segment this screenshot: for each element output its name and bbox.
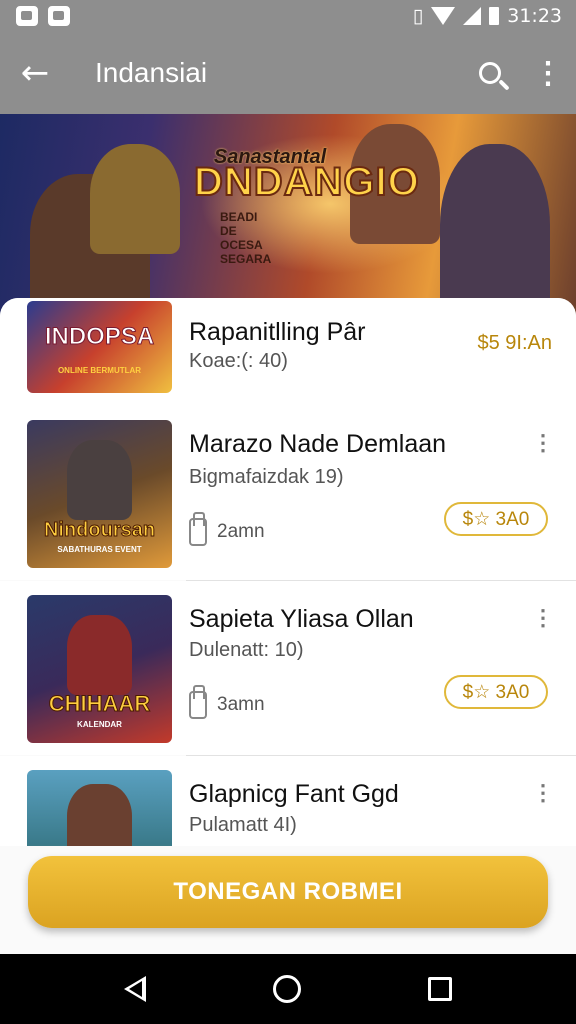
page-title: Indansiai — [95, 57, 208, 88]
search-icon — [479, 62, 501, 84]
thumbnail-character — [67, 440, 132, 520]
more-button[interactable]: ⋮ — [520, 32, 576, 114]
item-thumbnail: INDOPSA ONLINE BERMUTLAR — [27, 301, 172, 393]
thumbnail-sublabel: KALENDAR — [77, 720, 122, 729]
item-title: Sapieta Yliasa Ollan — [189, 605, 414, 633]
item-price: $5 9I:An — [477, 332, 552, 354]
thumbnail-character — [67, 615, 132, 695]
app-bar: ← Indansiai ⋮ — [0, 32, 576, 114]
item-subtitle: Pulamatt 4I) — [189, 814, 297, 836]
thumbnail-label: CHIHAAR — [48, 691, 151, 717]
item-duration-text: 2amn — [217, 521, 265, 542]
item-duration: 3amn — [189, 685, 265, 719]
notification-icon — [48, 6, 70, 26]
more-vert-icon: ⋮ — [532, 780, 554, 805]
nav-recents-button[interactable] — [428, 977, 453, 1001]
thumbnail-label: INDOPSA — [44, 323, 155, 351]
more-vert-icon: ⋮ — [533, 56, 563, 90]
status-time: 31:23 — [507, 5, 562, 27]
banner-logo-line2: DNDANGIO — [193, 159, 420, 205]
item-subtitle: Koae:(: 40) — [189, 350, 288, 372]
primary-action-button[interactable]: TONEGAN ROBMEI — [28, 856, 548, 928]
notification-icon — [16, 6, 38, 26]
nav-recents-icon — [428, 977, 453, 1001]
item-title: Glapnicg Fant Ggd — [189, 780, 399, 808]
hero-banner[interactable]: Sanastantal DNDANGIO BEADI DE OCESA SEGA… — [0, 114, 576, 319]
thumbnail-sublabel: SABATHURAS EVENT — [57, 545, 142, 554]
item-title: Rapanitlling Pâr — [189, 318, 366, 346]
item-duration: 2amn — [189, 512, 265, 546]
item-price-button[interactable]: $☆ 3A0 — [444, 502, 548, 536]
item-more-button[interactable]: ⋮ — [532, 780, 554, 806]
more-vert-icon: ⋮ — [532, 605, 554, 630]
vibrate-icon: ▯ — [412, 5, 424, 27]
nav-back-icon — [123, 976, 146, 1002]
item-subtitle: Dulenatt: 10) — [189, 639, 304, 661]
thumbnail-label: Nindoursan — [43, 519, 156, 542]
nav-home-button[interactable] — [272, 975, 301, 1003]
item-price-button[interactable]: $☆ 3A0 — [444, 675, 548, 709]
search-button[interactable] — [460, 32, 520, 114]
nav-back-button[interactable] — [123, 976, 146, 1002]
ticket-icon — [189, 685, 207, 719]
system-navigation-bar — [0, 954, 576, 1024]
arrow-left-icon: ← — [20, 53, 50, 93]
status-bar: ▯ 31:23 — [0, 0, 576, 32]
nav-home-icon — [272, 975, 301, 1003]
banner-character — [440, 144, 550, 319]
list-item[interactable]: Nindoursan SABATHURAS EVENT Marazo Nade … — [0, 408, 576, 580]
item-more-button[interactable]: ⋮ — [532, 605, 554, 631]
item-duration-text: 3amn — [217, 694, 265, 715]
thumbnail-sublabel: ONLINE BERMUTLAR — [57, 366, 142, 375]
banner-logo-line3: BEADI DE OCESA SEGARA — [220, 210, 272, 266]
battery-icon — [489, 7, 500, 25]
item-more-button[interactable]: ⋮ — [532, 430, 554, 456]
list-item[interactable]: CHIHAAR KALENDAR Sapieta Yliasa Ollan ⋮ … — [0, 581, 576, 755]
back-button[interactable]: ← — [0, 32, 70, 114]
more-vert-icon: ⋮ — [532, 430, 554, 455]
list-item[interactable]: INDOPSA ONLINE BERMUTLAR Rapanitlling Pâ… — [0, 298, 576, 408]
wifi-icon — [431, 7, 456, 25]
item-thumbnail: Nindoursan SABATHURAS EVENT — [27, 420, 172, 568]
status-system-icons: ▯ 31:23 — [413, 5, 562, 27]
item-thumbnail: CHIHAAR KALENDAR — [27, 595, 172, 743]
item-title: Marazo Nade Demlaan — [189, 430, 447, 458]
status-notification-icons — [16, 6, 70, 26]
ticket-icon — [189, 512, 207, 546]
banner-character — [90, 144, 180, 254]
signal-icon — [463, 7, 482, 25]
item-subtitle: Bigmafaizdak 19) — [189, 466, 344, 488]
list-item[interactable]: Glapnicg Fant Ggd ⋮ Pulamatt 4I) — [0, 756, 576, 918]
